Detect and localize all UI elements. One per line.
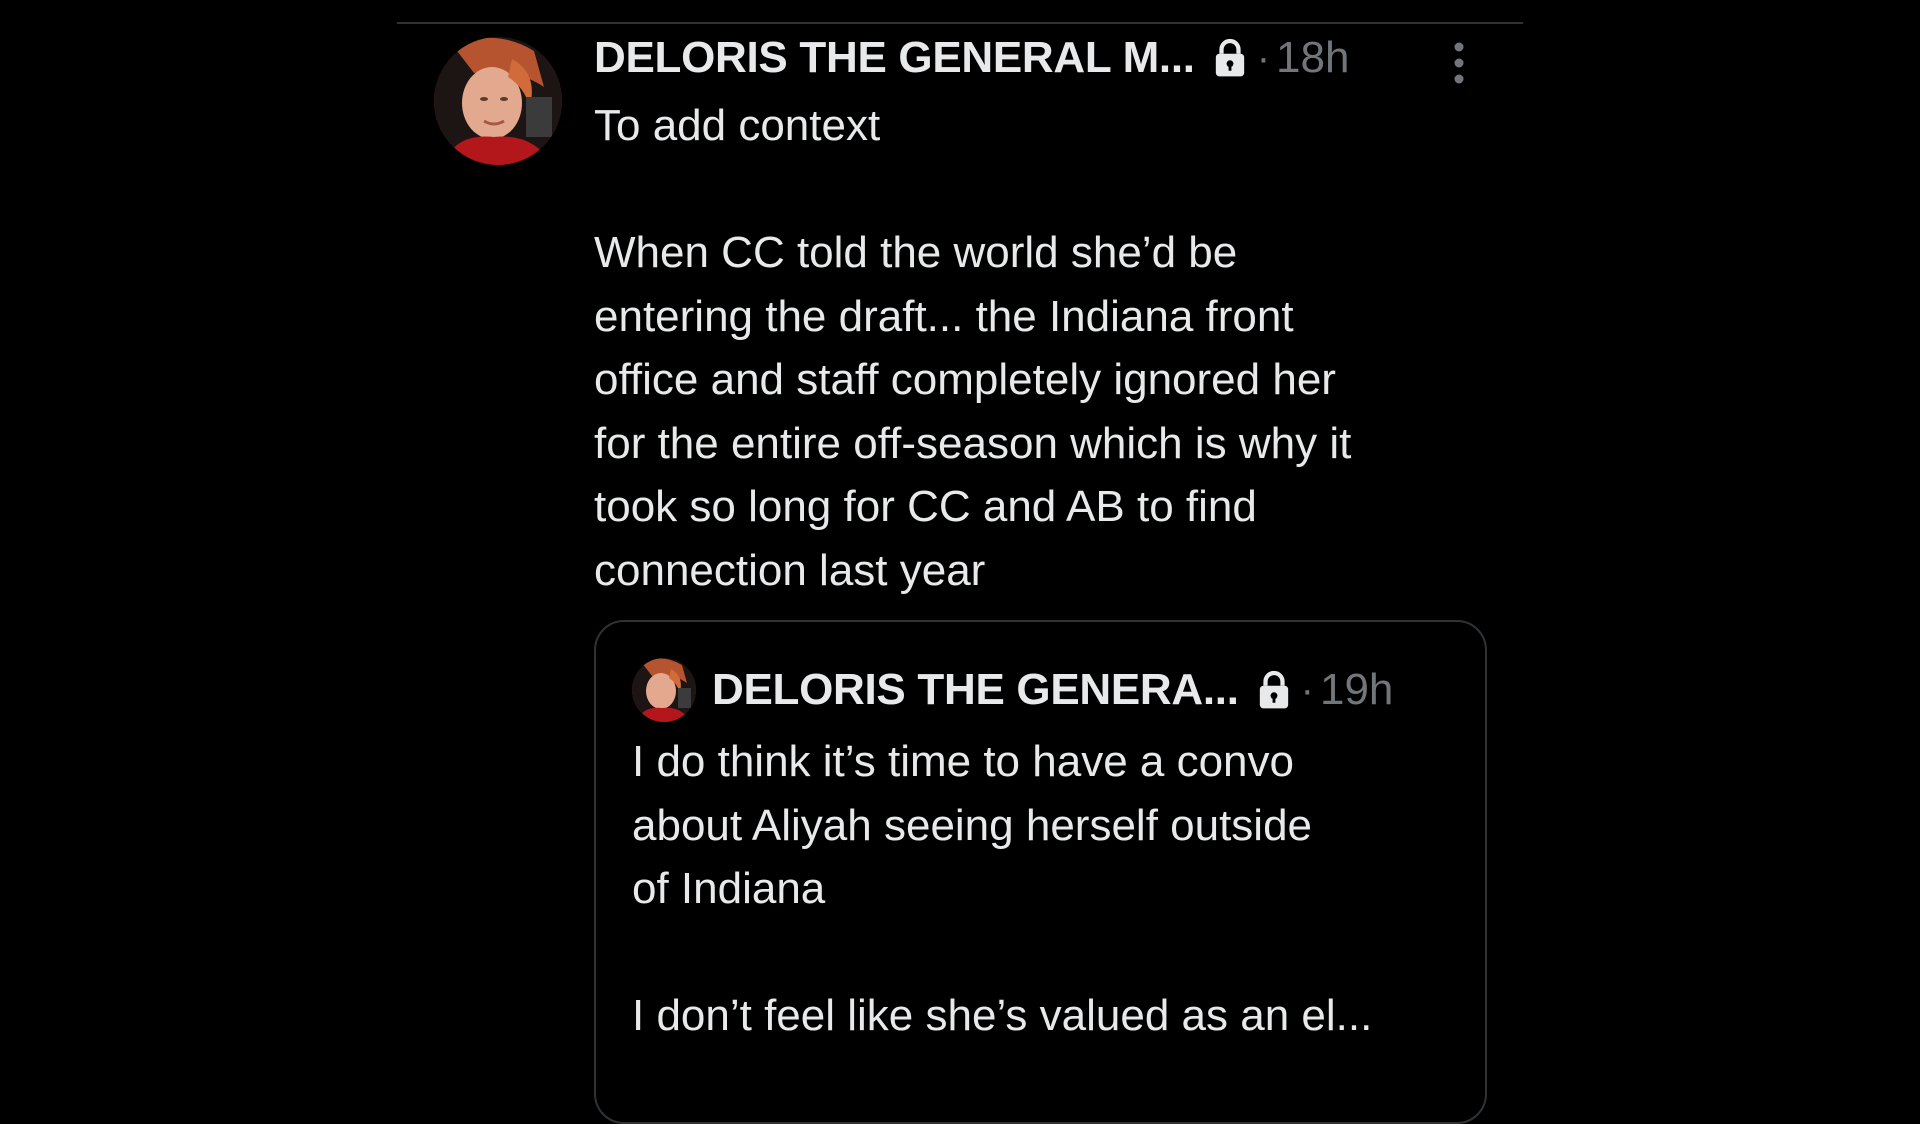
quoted-tweet-card[interactable]: DELORIS THE GENERA... · 19h I do think i… xyxy=(594,620,1487,1124)
avatar-photo-icon xyxy=(632,658,696,722)
timeline-divider xyxy=(397,22,1523,24)
tweet-text-line: took so long for CC and AB to find xyxy=(594,482,1257,531)
tweet-header: DELORIS THE GENERAL M... · 18h xyxy=(594,30,1349,86)
quoted-text-line: of Indiana xyxy=(632,864,826,913)
tweet-timestamp[interactable]: 18h xyxy=(1276,33,1349,83)
lock-icon xyxy=(1257,670,1291,710)
more-vertical-icon[interactable] xyxy=(1441,40,1477,86)
tweet-text: To add context When CC told the world sh… xyxy=(594,94,1494,602)
lock-icon xyxy=(1213,38,1247,78)
header-separator: · xyxy=(1300,667,1314,712)
author-avatar[interactable] xyxy=(434,37,562,165)
quoted-text-line: about Aliyah seeing herself outside xyxy=(632,800,1313,850)
tweet-text-line: for the entire off-season which is why i… xyxy=(594,418,1352,468)
header-separator: · xyxy=(1256,35,1271,80)
quoted-text-line: I don’t feel like she’s valued as an el.… xyxy=(632,991,1373,1040)
tweet-text-line: connection last year xyxy=(594,545,986,595)
tweet-text-line: entering the draft... the Indiana front xyxy=(594,291,1294,341)
quoted-text-line: I do think it’s time to have a convo xyxy=(632,737,1294,786)
quoted-author-avatar xyxy=(632,658,696,722)
tweet-text-line: office and staff completely ignored her xyxy=(594,355,1336,404)
quoted-tweet-text: I do think it’s time to have a convo abo… xyxy=(632,730,1452,1048)
quoted-tweet-timestamp: 19h xyxy=(1319,665,1394,714)
author-display-name[interactable]: DELORIS THE GENERAL M... xyxy=(594,33,1195,83)
quoted-tweet-header: DELORIS THE GENERA... · 19h xyxy=(632,658,1393,722)
quoted-author-display-name: DELORIS THE GENERA... xyxy=(712,665,1239,714)
tweet-text-line: To add context xyxy=(594,101,881,150)
avatar-photo-icon xyxy=(434,37,562,165)
tweet-text-line: When CC told the world she’d be xyxy=(594,228,1238,277)
